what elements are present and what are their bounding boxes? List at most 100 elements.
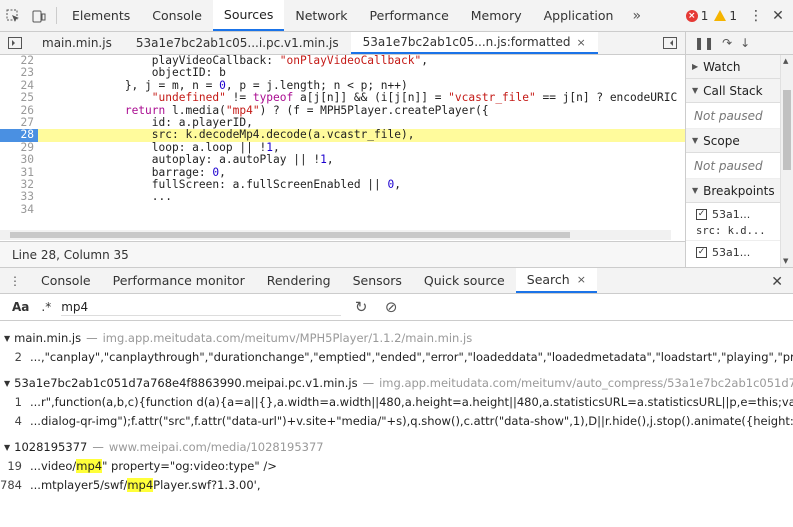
editor-file-tabs: main.min.js 53a1e7bc2ab1c05...i.pc.v1.min…: [0, 32, 685, 55]
breakpoint-item[interactable]: ✓ 53a1...: [686, 241, 793, 263]
breakpoint-code: src: k.d...: [686, 225, 793, 241]
scroll-thumb[interactable]: [783, 90, 791, 170]
file-tab[interactable]: 53a1e7bc2ab1c05...i.pc.v1.min.js: [124, 32, 351, 54]
drawer-tab-sensors[interactable]: Sensors: [342, 268, 413, 293]
code-horizontal-scrollbar[interactable]: [0, 230, 671, 240]
more-tabs-button[interactable]: »: [624, 0, 649, 31]
tab-memory[interactable]: Memory: [460, 0, 533, 31]
debugger-toolbar: ❚❚ ↷ ↓: [686, 32, 793, 55]
tab-performance[interactable]: Performance: [359, 0, 460, 31]
code-line[interactable]: 23 objectID: b: [0, 66, 685, 80]
tab-elements[interactable]: Elements: [61, 0, 141, 31]
line-number[interactable]: 23: [0, 66, 38, 79]
result-line[interactable]: 1 ...r",function(a,b,c){function d(a){a=a…: [0, 392, 793, 411]
device-toolbar-icon[interactable]: [26, 0, 52, 31]
result-file-name: main.min.js: [14, 331, 82, 345]
code-editor[interactable]: 22 playVideoCallback: "onPlayVideoCallba…: [0, 55, 685, 241]
search-input[interactable]: [61, 298, 342, 316]
breakpoint-checkbox[interactable]: ✓: [696, 208, 707, 220]
code-line[interactable]: 28 src: k.decodeMp4.decode(a.vcastr_file…: [0, 128, 685, 142]
result-line[interactable]: 19 ...video/mp4" property="og:video:type"…: [0, 456, 793, 475]
result-file-url: img.app.meitudata.com/meitumv/MPH5Player…: [102, 331, 473, 345]
code-line[interactable]: 25 "undefined" != typeof a[j[n]] && (i[j…: [0, 91, 685, 104]
tab-network[interactable]: Network: [284, 0, 358, 31]
code-text: objectID: b: [44, 66, 226, 80]
not-paused-label: Not paused: [686, 153, 793, 179]
file-tab-list: main.min.js 53a1e7bc2ab1c05...i.pc.v1.min…: [30, 32, 598, 54]
scope-section[interactable]: ▼ Scope: [686, 129, 793, 153]
close-tab-icon[interactable]: ×: [577, 273, 586, 286]
result-text: ...video/: [30, 458, 77, 473]
breakpoints-section[interactable]: ▼ Breakpoints: [686, 179, 793, 203]
watch-section[interactable]: ▶ Watch: [686, 55, 793, 79]
sidebar-scrollbar[interactable]: ▲ ▼: [780, 55, 793, 267]
code-line[interactable]: 33 ...: [0, 190, 685, 203]
clear-icon[interactable]: ⊘: [381, 298, 401, 316]
line-number[interactable]: 33: [0, 190, 38, 203]
result-text: Player.swf?1.3.00',: [153, 477, 261, 492]
result-line[interactable]: 784 ...mtplayer5/swf/mp4Player.swf?1.3.00…: [0, 475, 793, 494]
drawer-tab-console[interactable]: Console: [30, 268, 102, 293]
result-text: ...r",function(a,b,c){function d(a){a=a|…: [30, 394, 793, 409]
close-drawer-icon[interactable]: ✕: [771, 268, 783, 295]
result-separator: —: [362, 376, 375, 390]
result-line[interactable]: 2 ...,"canplay","canplaythrough","duratio…: [0, 347, 793, 366]
close-devtools-icon[interactable]: ✕: [767, 0, 789, 31]
match-case-toggle[interactable]: Aa: [0, 300, 35, 314]
debugger-sidebar: ❚❚ ↷ ↓ ▶ Watch ▼ Call Stack Not paused ▼ Sc…: [685, 32, 793, 267]
file-tab[interactable]: main.min.js: [30, 32, 124, 54]
search-toolbar: Aa .* ↻ ⊘: [0, 294, 793, 321]
result-line[interactable]: 4 ...dialog-qr-img");f.attr("src",f.attr(…: [0, 411, 793, 430]
breakpoint-checkbox[interactable]: ✓: [696, 246, 707, 258]
toggle-debugger-icon[interactable]: [655, 32, 685, 55]
drawer-tab-label: Performance monitor: [112, 273, 245, 288]
tab-sources[interactable]: Sources: [212, 0, 285, 31]
result-line-text: ...r",function(a,b,c){function d(a){a=a|…: [30, 395, 793, 409]
result-file-header[interactable]: ▼ 1028195377 — www.meipai.com/media/1028195…: [0, 438, 793, 456]
code-line[interactable]: 34: [0, 203, 685, 216]
scroll-thumb[interactable]: [10, 232, 570, 238]
result-text: ...mtplayer5/swf/: [30, 477, 128, 492]
error-icon: ×: [685, 9, 698, 22]
drawer-tab-rendering[interactable]: Rendering: [256, 268, 342, 293]
result-line-text: ...dialog-qr-img");f.attr("src",f.attr("…: [30, 414, 793, 428]
drawer-tab-search[interactable]: Search ×: [515, 268, 597, 293]
drawer-tab-label: Quick source: [423, 273, 505, 288]
refresh-icon[interactable]: ↻: [351, 298, 371, 316]
result-file-header[interactable]: ▼ 53a1e7bc2ab1c051d7a768e4f8863990.meipai…: [0, 374, 793, 392]
code-line[interactable]: 30 autoplay: a.autoPlay || !1,: [0, 153, 685, 167]
tab-console[interactable]: Console: [141, 0, 213, 31]
scroll-up-icon[interactable]: ▲: [783, 57, 788, 65]
result-file-header[interactable]: ▼ main.min.js — img.app.meitudata.com/meitu…: [0, 329, 793, 347]
warning-icon: [714, 10, 727, 21]
expanded-triangle-icon: ▼: [692, 86, 699, 95]
step-into-icon[interactable]: ↓: [740, 36, 750, 50]
file-tab-label: 53a1e7bc2ab1c05...n.js:formatted: [362, 35, 571, 49]
call-stack-section[interactable]: ▼ Call Stack: [686, 79, 793, 103]
code-text: autoplay: a.autoPlay || !1,: [44, 153, 334, 167]
result-file-name: 53a1e7bc2ab1c051d7a768e4f8863990.meipai.…: [14, 376, 358, 390]
line-number[interactable]: 28: [0, 128, 38, 142]
line-number[interactable]: 30: [0, 153, 38, 166]
result-line-text: ...,"canplay","canplaythrough","duration…: [30, 350, 793, 364]
close-tab-icon[interactable]: ×: [576, 36, 585, 49]
scroll-down-icon[interactable]: ▼: [783, 257, 788, 265]
line-number[interactable]: 34: [0, 203, 38, 216]
error-counter[interactable]: × 1: [685, 0, 708, 31]
drawer-tab-performance-monitor[interactable]: Performance monitor: [102, 268, 256, 293]
pause-icon[interactable]: ❚❚: [694, 36, 714, 50]
regex-toggle[interactable]: .*: [35, 300, 57, 314]
inspect-element-icon[interactable]: [0, 0, 26, 31]
step-over-icon[interactable]: ↷: [722, 36, 732, 50]
match-highlight: mp4: [127, 477, 154, 492]
toggle-navigator-icon[interactable]: [0, 32, 30, 54]
file-tab[interactable]: 53a1e7bc2ab1c05...n.js:formatted ×: [350, 32, 598, 54]
breakpoint-item[interactable]: ✓ 53a1...: [686, 203, 793, 225]
tab-application[interactable]: Application: [533, 0, 625, 31]
drawer-menu-icon[interactable]: ⋮: [0, 268, 30, 293]
drawer-tab-quick-source[interactable]: Quick source: [413, 268, 516, 293]
warning-counter[interactable]: 1: [714, 0, 737, 31]
line-number[interactable]: 25: [0, 91, 38, 104]
customize-menu-icon[interactable]: ⋮: [745, 0, 767, 31]
